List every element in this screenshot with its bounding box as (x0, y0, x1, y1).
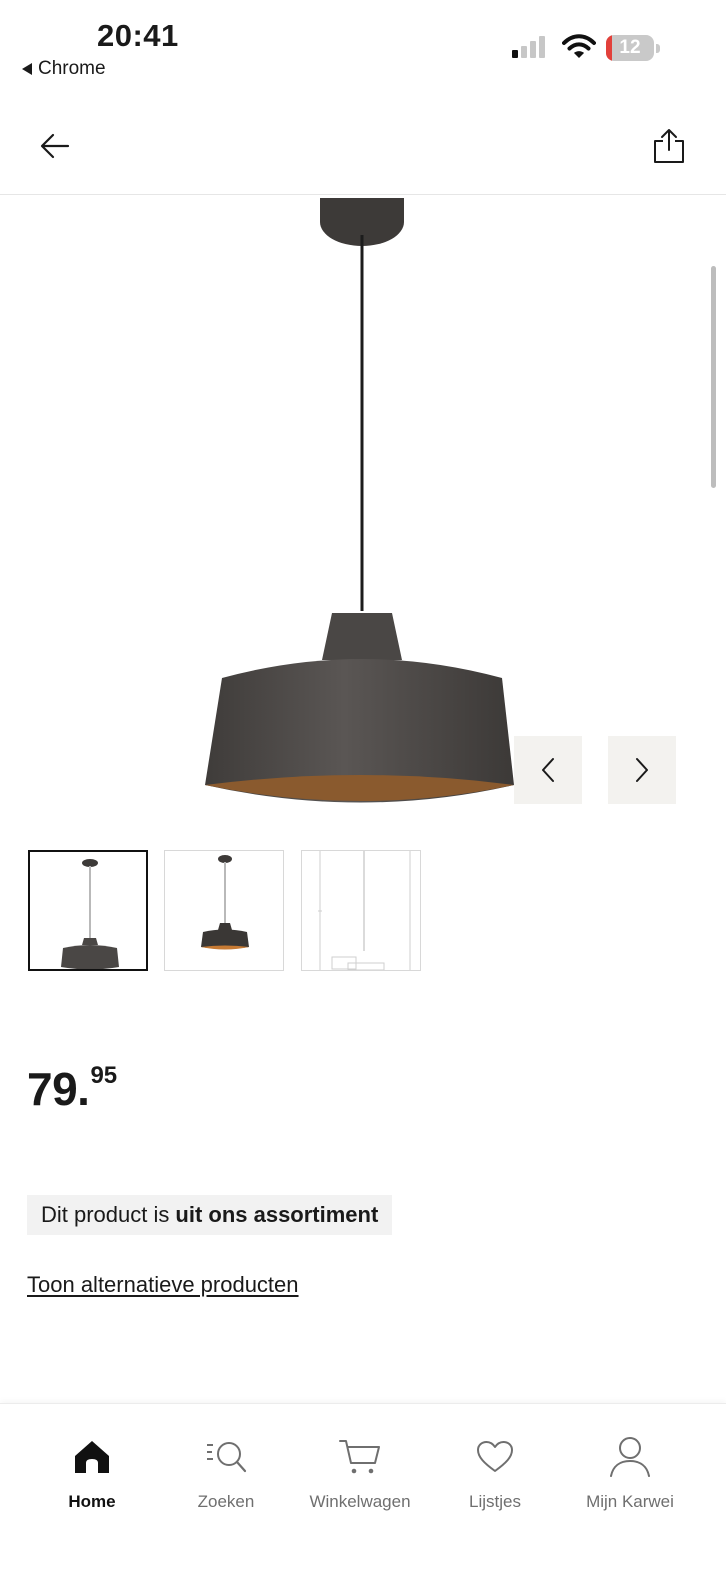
product-price: 79.95 (27, 1062, 117, 1116)
wifi-icon (562, 34, 596, 58)
scrollbar[interactable] (711, 266, 716, 488)
status-bar: 20:41 Chrome 12 (0, 0, 726, 95)
tab-label: Lijstjes (469, 1492, 521, 1511)
price-cents: 95 (90, 1062, 118, 1089)
back-to-app-link[interactable]: Chrome (22, 58, 106, 80)
home-icon (75, 1441, 109, 1473)
top-navigation-bar (0, 95, 726, 195)
share-icon (654, 129, 684, 163)
cart-icon (339, 1440, 380, 1474)
tab-my-account[interactable]: Mijn Karwei (565, 1434, 695, 1512)
back-button[interactable] (30, 123, 80, 169)
lamp-dimension-drawing-thumbnail (318, 851, 411, 971)
user-icon (610, 1437, 650, 1477)
notice-bold-text: uit ons assortiment (175, 1202, 379, 1227)
thumbnail-1[interactable] (28, 850, 148, 971)
pendant-lamp-thumbnail (61, 859, 119, 970)
previous-image-button[interactable] (514, 736, 582, 804)
next-image-button[interactable] (608, 736, 676, 804)
battery-level: 12 (619, 37, 641, 58)
pendant-lamp-image (205, 198, 514, 803)
heart-icon (477, 1441, 513, 1472)
price-main: 79. (27, 1063, 90, 1115)
product-image-gallery[interactable] (0, 195, 726, 820)
pendant-lamp-thumbnail (201, 855, 249, 950)
chevron-left-icon (542, 758, 554, 782)
status-time: 20:41 (97, 18, 179, 53)
thumbnail-3[interactable] (301, 850, 421, 971)
tab-lists[interactable]: Lijstjes (430, 1434, 560, 1512)
alternative-products-link[interactable]: Toon alternatieve producten (27, 1272, 299, 1298)
tab-label: Winkelwagen (309, 1492, 411, 1511)
tab-search[interactable]: Zoeken (161, 1434, 291, 1512)
battery-cap (656, 44, 660, 53)
tab-home[interactable]: Home (27, 1434, 157, 1512)
chevron-right-icon (636, 758, 648, 782)
back-app-label: Chrome (38, 58, 106, 79)
availability-notice: Dit product is uit ons assortiment (27, 1195, 393, 1235)
thumbnail-2[interactable] (164, 850, 284, 971)
search-icon (207, 1442, 247, 1473)
share-button[interactable] (644, 121, 694, 171)
bottom-tab-bar: Home Zoeken Winkelwagen Lijstjes Mijn Ka… (0, 1403, 726, 1575)
cellular-signal-icon (512, 36, 545, 58)
battery-icon: 12 (606, 35, 654, 61)
back-triangle-icon (22, 63, 32, 75)
arrow-left-icon (40, 133, 70, 159)
notice-text: Dit product is (41, 1202, 170, 1227)
tab-label: Zoeken (197, 1492, 255, 1511)
tab-label: Mijn Karwei (586, 1492, 674, 1511)
tab-cart[interactable]: Winkelwagen (295, 1434, 425, 1512)
tab-label: Home (68, 1492, 116, 1511)
